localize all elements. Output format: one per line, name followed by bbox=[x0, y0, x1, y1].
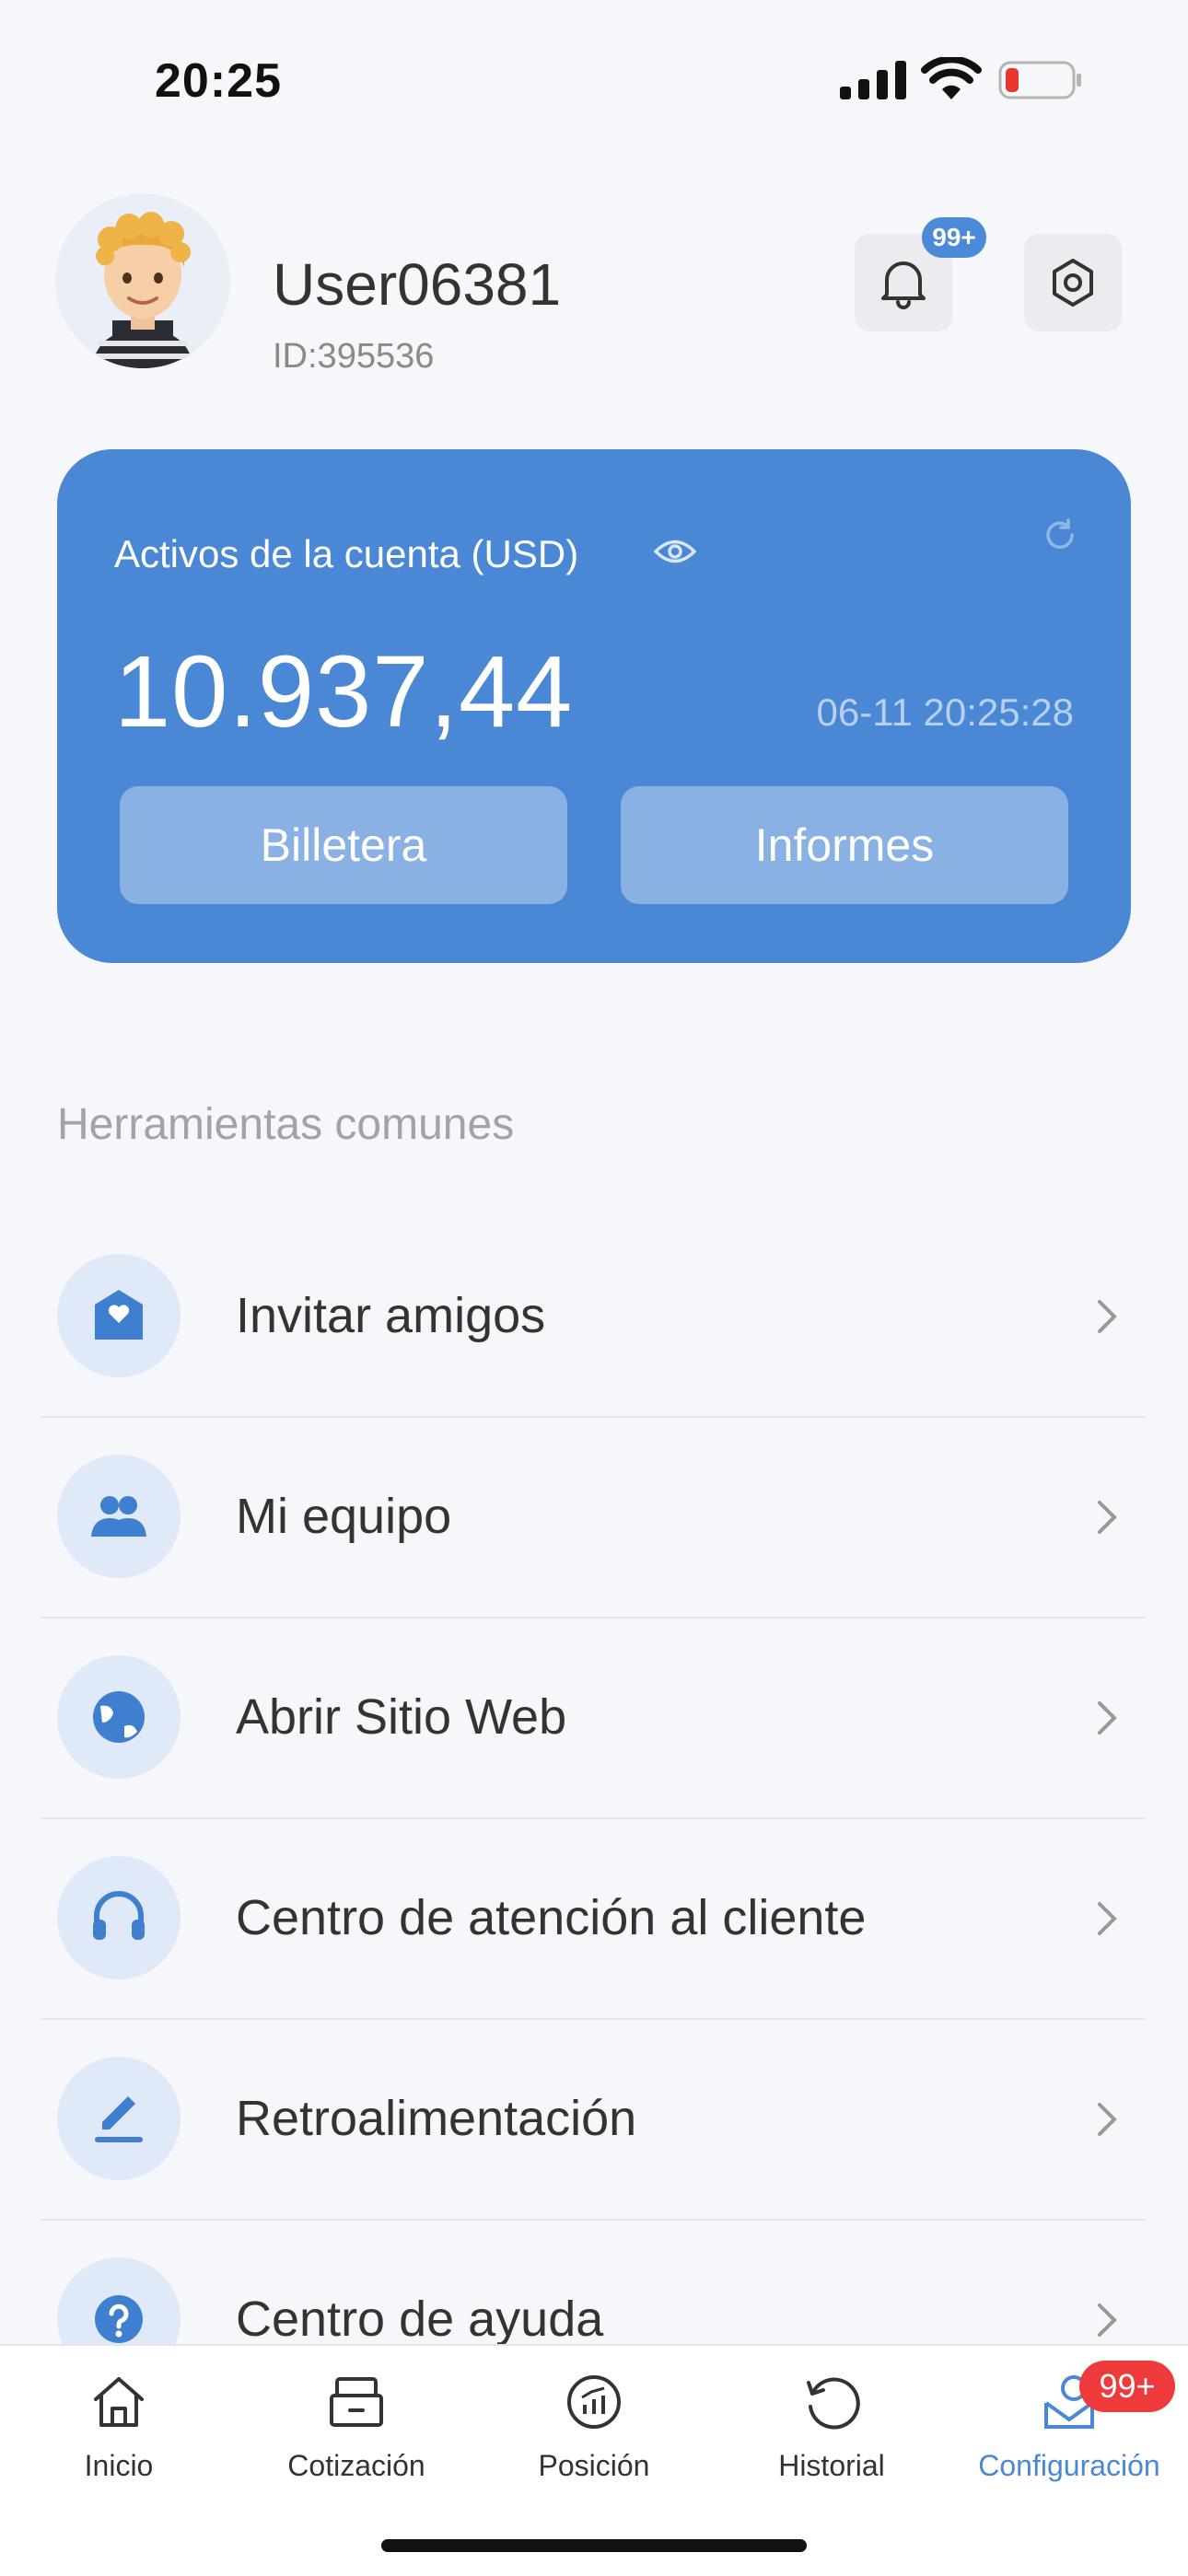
nav-label: Configuración bbox=[978, 2449, 1160, 2482]
nav-label: Cotización bbox=[287, 2449, 425, 2482]
tool-open-website[interactable]: Abrir Sitio Web bbox=[41, 1619, 1146, 1819]
chevron-right-icon bbox=[1098, 2103, 1117, 2136]
nav-label: Historial bbox=[778, 2449, 885, 2482]
signal-icon bbox=[840, 61, 906, 99]
mail-heart-icon bbox=[95, 1290, 143, 1340]
headset-icon bbox=[93, 1891, 145, 1940]
nav-position[interactable]: Posición bbox=[475, 2346, 713, 2530]
balance-timestamp: 06-11 20:25:28 bbox=[816, 690, 1074, 734]
username: User06381 bbox=[273, 251, 562, 318]
tool-customer-service[interactable]: Centro de atención al cliente bbox=[41, 1819, 1146, 2020]
home-icon bbox=[94, 2377, 144, 2427]
history-icon bbox=[807, 2377, 860, 2430]
tool-invite-friends[interactable]: Invitar amigos bbox=[41, 1217, 1146, 1418]
quote-icon bbox=[330, 2377, 383, 2427]
status-bar: 20:25 bbox=[0, 0, 1188, 157]
chevron-right-icon bbox=[1098, 1300, 1117, 1333]
chevron-right-icon bbox=[1098, 1902, 1117, 1935]
chart-icon bbox=[567, 2375, 621, 2429]
avatar[interactable] bbox=[55, 193, 230, 368]
tool-label: Mi equipo bbox=[236, 1489, 452, 1544]
tool-label: Centro de atención al cliente bbox=[236, 1890, 867, 1945]
bell-icon bbox=[881, 261, 926, 309]
eye-icon[interactable] bbox=[654, 536, 696, 567]
nav-history[interactable]: Historial bbox=[713, 2346, 950, 2530]
chevron-right-icon bbox=[1098, 1501, 1117, 1534]
reports-button[interactable]: Informes bbox=[621, 786, 1068, 904]
team-icon bbox=[91, 1496, 146, 1537]
tool-feedback[interactable]: Retroalimentación bbox=[41, 2020, 1146, 2221]
chevron-right-icon bbox=[1098, 1701, 1117, 1735]
battery-icon bbox=[998, 61, 1081, 99]
tool-my-team[interactable]: Mi equipo bbox=[41, 1418, 1146, 1619]
tool-list: Invitar amigos Mi equipo Abrir Sitio Web bbox=[41, 1217, 1146, 2419]
account-card: Activos de la cuenta (USD) 10.937,44 06-… bbox=[57, 449, 1131, 963]
nav-label: Inicio bbox=[84, 2449, 154, 2482]
nav-settings[interactable]: 99+ Configuración bbox=[950, 2346, 1188, 2530]
tool-label: Centro de ayuda bbox=[236, 2292, 604, 2347]
pen-icon bbox=[95, 2096, 143, 2142]
settings-button[interactable] bbox=[1024, 234, 1122, 331]
user-id: ID:395536 bbox=[273, 337, 435, 376]
notification-badge: 99+ bbox=[922, 217, 986, 258]
settings-icon bbox=[1053, 259, 1093, 307]
home-indicator[interactable] bbox=[381, 2539, 807, 2552]
nav-label: Posición bbox=[538, 2449, 650, 2482]
help-icon bbox=[95, 2295, 143, 2343]
status-time: 20:25 bbox=[155, 54, 282, 108]
chevron-right-icon bbox=[1098, 2303, 1117, 2337]
tools-section-title: Herramientas comunes bbox=[57, 1100, 515, 1149]
tool-label: Abrir Sitio Web bbox=[236, 1689, 567, 1745]
nav-home[interactable]: Inicio bbox=[0, 2346, 238, 2530]
tool-label: Invitar amigos bbox=[236, 1288, 546, 1343]
assets-label: Activos de la cuenta (USD) bbox=[114, 532, 579, 575]
tool-label: Retroalimentación bbox=[236, 2091, 637, 2146]
globe-icon bbox=[93, 1691, 145, 1743]
account-balance: 10.937,44 bbox=[114, 635, 574, 748]
nav-quotes[interactable]: Cotización bbox=[238, 2346, 475, 2530]
wallet-button[interactable]: Billetera bbox=[120, 786, 567, 904]
nav-badge: 99+ bbox=[1079, 2361, 1175, 2412]
refresh-icon[interactable] bbox=[1042, 517, 1077, 552]
wifi-icon bbox=[921, 57, 982, 99]
